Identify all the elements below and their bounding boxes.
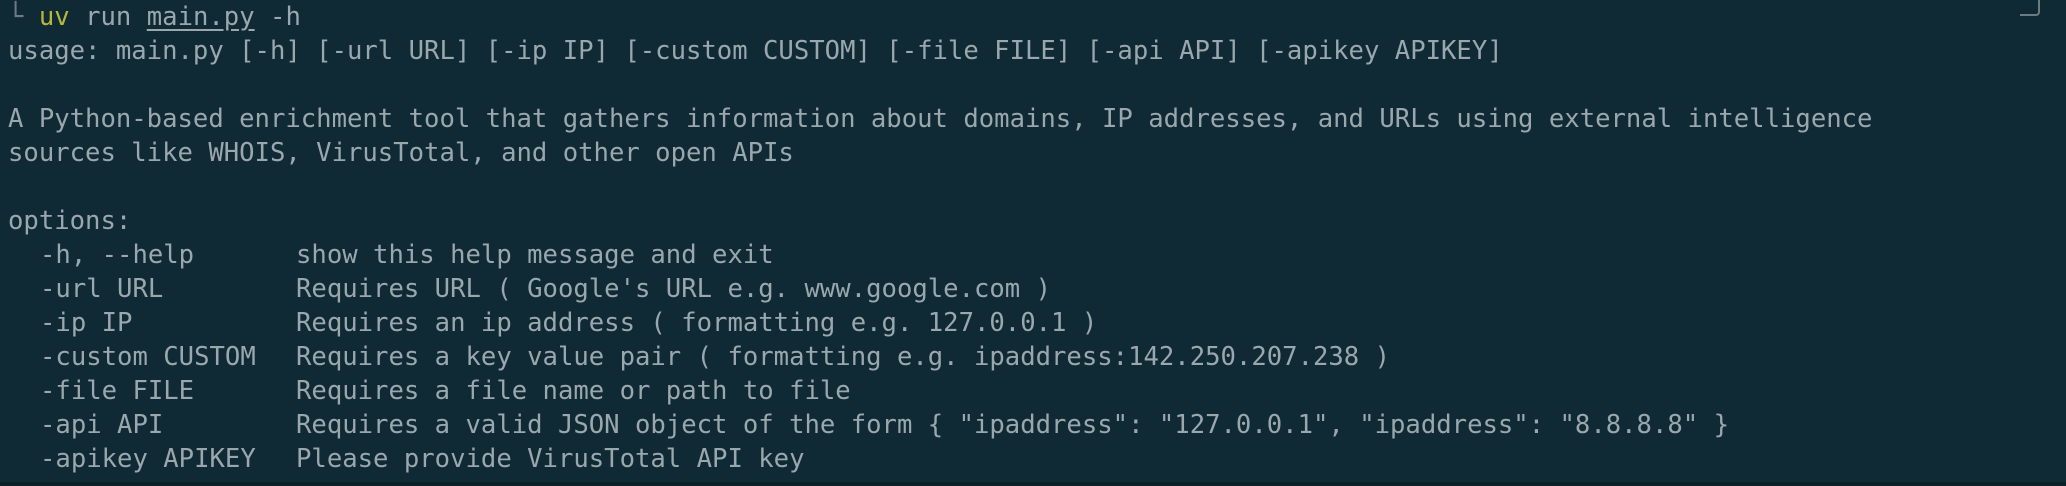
tree-connector-glyph: └ <box>8 2 24 32</box>
command-flag: -h <box>270 2 301 32</box>
option-flag: -h, --help <box>40 240 195 270</box>
option-description: Requires an ip address ( formatting e.g.… <box>296 308 1098 338</box>
option-row: -file FILE Requires a file name or path t… <box>8 374 2066 408</box>
window-corner-decoration <box>2020 0 2040 16</box>
terminal-window[interactable]: └ uv run main.py -h usage: main.py [-h] … <box>0 0 2066 486</box>
option-flag: -api API <box>40 410 164 440</box>
option-row: -apikey APIKEY Please provide VirusTotal … <box>8 442 2066 476</box>
option-row: -h, --help show this help message and exi… <box>8 238 2066 272</box>
command-uv: uv <box>38 2 70 32</box>
option-row: -url URL Requires URL ( Google's URL e.g.… <box>8 272 2066 306</box>
options-header: options: <box>8 206 132 236</box>
option-description: Requires a file name or path to file <box>296 376 851 406</box>
prompt-line: └ uv run main.py -h <box>8 0 2066 34</box>
description-line-1: A Python-based enrichment tool that gath… <box>8 104 1873 134</box>
option-row: -api API Requires a valid JSON object of … <box>8 408 2066 442</box>
option-row: -ip IP Requires an ip address ( formattin… <box>8 306 2066 340</box>
option-description: Please provide VirusTotal API key <box>296 444 805 474</box>
option-flag: -custom CUSTOM <box>40 342 256 372</box>
usage-line: usage: main.py [-h] [-url URL] [-ip IP] … <box>8 36 1503 66</box>
option-flag: -apikey APIKEY <box>40 444 256 474</box>
description-line-2: sources like WHOIS, VirusTotal, and othe… <box>8 138 794 168</box>
bottom-edge <box>0 482 2066 486</box>
script-path-link[interactable]: main.py <box>147 2 255 32</box>
option-description: show this help message and exit <box>296 240 774 270</box>
option-description: Requires a valid JSON object of the form… <box>296 410 1730 440</box>
option-flag: -url URL <box>40 274 164 304</box>
option-flag: -file FILE <box>40 376 195 406</box>
command-run: run <box>85 2 132 32</box>
option-row: -custom CUSTOM Requires a key value pair … <box>8 340 2066 374</box>
option-description: Requires a key value pair ( formatting e… <box>296 342 1391 372</box>
option-flag: -ip IP <box>40 308 133 338</box>
option-description: Requires URL ( Google's URL e.g. www.goo… <box>296 274 1052 304</box>
